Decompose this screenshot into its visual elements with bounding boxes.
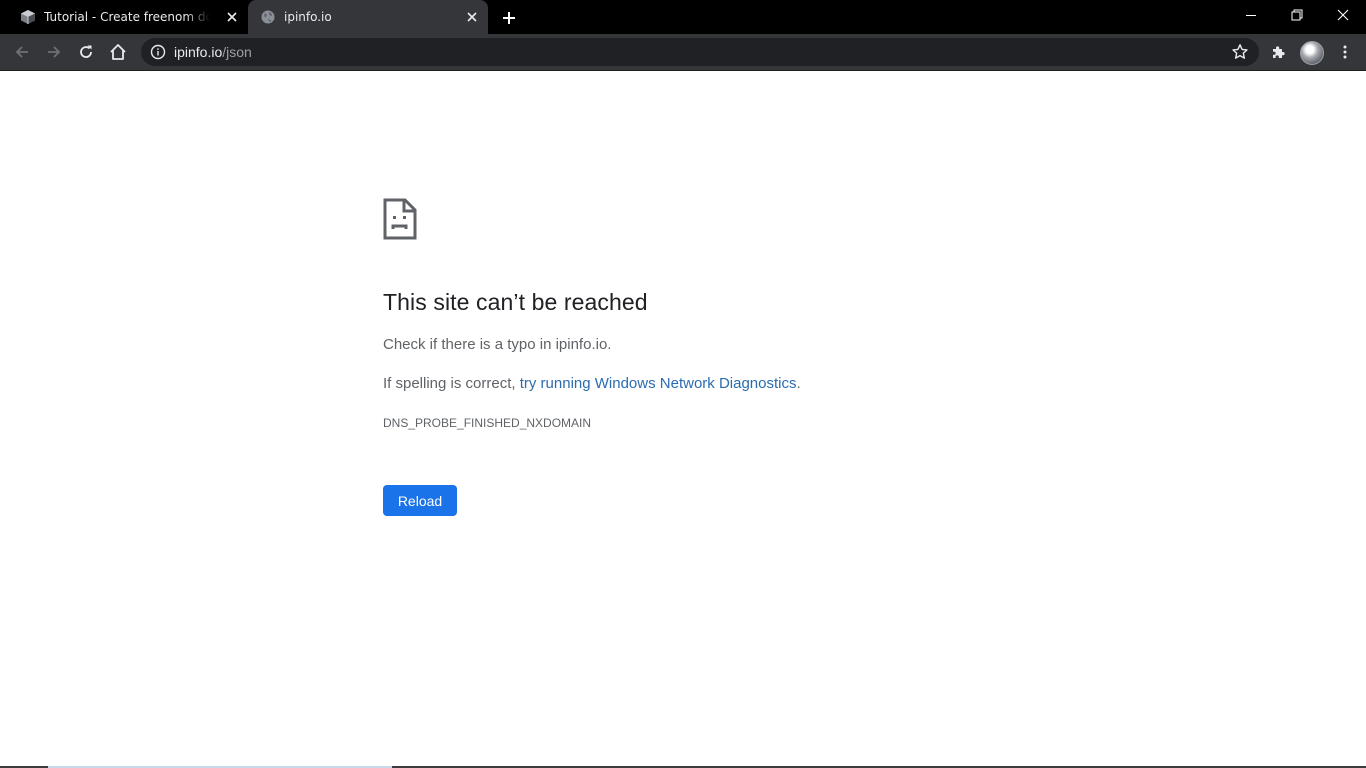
url-host: ipinfo.io xyxy=(174,44,223,60)
reload-button[interactable]: Reload xyxy=(383,485,457,516)
close-tab-icon[interactable] xyxy=(464,9,480,25)
tab-title: ipinfo.io xyxy=(284,10,332,24)
address-bar[interactable]: ipinfo.io/json xyxy=(141,38,1259,66)
diagnostics-suffix: . xyxy=(796,375,801,392)
url-text[interactable]: ipinfo.io/json xyxy=(174,44,252,60)
home-icon xyxy=(110,44,126,60)
vagrant-box-icon xyxy=(19,8,37,26)
forward-arrow-icon xyxy=(48,46,61,58)
minimize-button[interactable] xyxy=(1228,0,1274,30)
tab-strip: Tutorial - Create freenom domain ipinfo.… xyxy=(0,0,1366,34)
extensions-puzzle-icon xyxy=(1273,46,1285,58)
back-arrow-icon xyxy=(15,46,28,58)
tab-tutorial[interactable]: Tutorial - Create freenom domain xyxy=(8,0,248,34)
minimize-icon xyxy=(1246,15,1256,16)
close-icon xyxy=(1337,9,1349,21)
menu-kebab-icon xyxy=(1343,45,1347,59)
error-heading: This site can’t be reached xyxy=(383,289,648,315)
extensions-button[interactable] xyxy=(1264,37,1294,67)
restore-icon xyxy=(1291,9,1303,21)
forward-button[interactable] xyxy=(39,37,69,67)
globe-icon xyxy=(259,8,277,26)
reload-icon xyxy=(80,45,92,58)
back-button[interactable] xyxy=(7,37,37,67)
diagnostics-prefix: If spelling is correct, xyxy=(383,375,520,392)
close-tab-icon[interactable] xyxy=(224,9,240,25)
new-tab-button[interactable] xyxy=(498,7,520,29)
close-window-button[interactable] xyxy=(1320,0,1366,30)
error-code: DNS_PROBE_FINISHED_NXDOMAIN xyxy=(383,416,592,430)
tab-ipinfo[interactable]: ipinfo.io xyxy=(248,0,488,34)
reload-page-button[interactable] xyxy=(71,37,101,67)
browser-toolbar: ipinfo.io/json xyxy=(0,34,1366,71)
restore-button[interactable] xyxy=(1274,0,1320,30)
sad-document-icon xyxy=(383,198,417,240)
plus-icon xyxy=(503,12,515,24)
tab-title: Tutorial - Create freenom domain xyxy=(44,10,210,24)
site-info-icon[interactable] xyxy=(150,44,166,60)
diagnostics-hint: If spelling is correct, try running Wind… xyxy=(383,375,801,392)
home-button[interactable] xyxy=(103,37,133,67)
profile-avatar[interactable] xyxy=(1300,41,1324,65)
bookmark-star-icon[interactable] xyxy=(1231,43,1249,61)
browser-menu-button[interactable] xyxy=(1330,37,1360,67)
network-diagnostics-link[interactable]: try running Windows Network Diagnostics xyxy=(520,375,797,392)
typo-hint: Check if there is a typo in ipinfo.io. xyxy=(383,336,612,353)
url-path: /json xyxy=(222,44,252,60)
